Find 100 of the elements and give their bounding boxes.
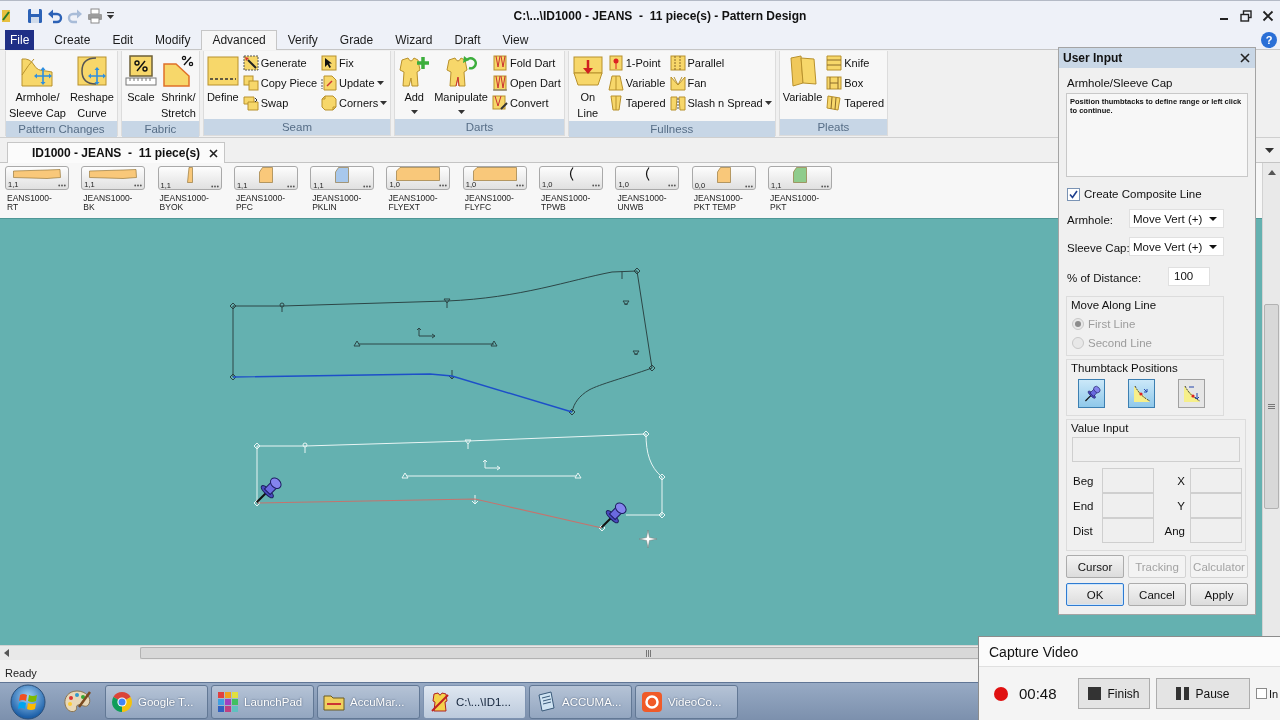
dots-icon [210,184,219,188]
ribbon-button[interactable]: Scale [122,53,159,121]
field-label: Sleeve Cap: [1067,241,1129,254]
input-field[interactable] [1190,468,1242,493]
ribbon-button[interactable]: Slash n Spread [667,93,774,113]
piece-name: JEANS1000-PFC [234,194,287,212]
piece-name: JEANS1000-TPWB [540,194,592,212]
menu-tab[interactable]: Verify [276,30,329,50]
checkbox[interactable] [1067,187,1080,201]
thumbtack-mode-button[interactable] [1078,379,1105,408]
ribbon-button[interactable]: Open Dart [490,73,563,93]
ok-button[interactable]: OK [1066,583,1124,606]
menu-tab[interactable]: Create [43,30,102,50]
piece-name: JEANS1000-UNWB [616,194,668,212]
input-field[interactable] [1190,493,1242,518]
close-icon[interactable] [209,148,219,158]
scroll-up-arrow-icon[interactable] [1267,170,1276,175]
app-icon[interactable] [2,8,10,23]
dots-icon [515,183,524,187]
ribbon-button[interactable]: Reshape Curve [67,53,116,121]
text-input[interactable]: 100 [1168,267,1210,286]
dropdown[interactable]: Move Vert (+) [1129,209,1224,228]
menu-tab[interactable]: Modify [144,30,202,50]
undo-icon[interactable] [47,7,63,24]
curve-points-icon [1181,383,1202,404]
bodice-icon [429,690,451,713]
restore-icon[interactable] [1240,9,1252,22]
input-field[interactable] [1190,518,1242,543]
radio-label: Second Line [1088,336,1152,349]
group-title: Thumbtack Positions [1070,361,1179,375]
highlighted-seam-line[interactable] [232,373,573,413]
thumbtack-mode-button[interactable] [1128,379,1155,408]
ribbon-button[interactable]: Fold Dart [490,53,563,73]
apply-button[interactable]: Apply [1190,583,1248,606]
ribbon-button[interactable]: Tapered [824,93,887,113]
checkbox[interactable] [1256,688,1267,699]
file-menu-tab[interactable]: File [5,30,35,50]
cancel-button[interactable]: Cancel [1128,583,1186,606]
ribbon-button[interactable]: Box [824,73,887,93]
help-button[interactable]: ? [1261,32,1277,48]
menu-tab[interactable]: Draft [443,30,492,50]
ribbon-button[interactable]: Knife [824,53,887,73]
close-icon[interactable] [1262,9,1274,22]
dropdown[interactable]: Move Vert (+) [1129,237,1224,256]
menu-tab[interactable]: Wizard [384,30,444,50]
overlapping-pieces-icon [242,95,259,111]
ribbon-button[interactable]: Fix [319,53,390,73]
menu-tab[interactable]: View [491,30,540,50]
menu-tab[interactable]: Advanced [201,30,277,50]
close-icon[interactable] [1240,53,1250,63]
ribbon-button[interactable]: Update [319,73,390,93]
save-icon[interactable] [27,7,43,24]
pause-button[interactable]: Pause [1156,678,1250,709]
ribbon-button[interactable]: Variable [780,53,825,119]
document-tab[interactable]: ID1000 - JEANS - 11 piece(s) [7,142,226,163]
ribbon-button[interactable]: Swap [240,93,320,113]
input-field[interactable] [1102,468,1154,493]
ribbon-button[interactable]: Add [396,53,433,119]
dots-icon [286,184,295,188]
ribbon-button[interactable]: Shrink/ Stretch [158,53,198,121]
thumbtack-mode-button[interactable] [1178,379,1205,408]
ribbon-button[interactable]: 1-Point [605,53,668,73]
direction-arrow-icon [416,327,436,339]
status-text: Ready [5,667,37,679]
ribbon-button[interactable]: Define [204,53,241,119]
ribbon-button[interactable]: Tapered [605,93,668,113]
field-label: Ang [1163,524,1186,537]
pattern-piece[interactable] [229,267,656,416]
cursor-button[interactable]: Cursor [1066,555,1124,578]
checkbox-label: Create Composite Line [1084,188,1202,200]
ribbon-button[interactable]: Generate [240,53,320,73]
ribbon-button[interactable]: Variable [605,73,668,93]
ribbon-button[interactable]: Manipulate [432,53,490,119]
input-field[interactable] [1102,518,1154,543]
ribbon-button[interactable]: Convert [490,93,563,113]
menu-tab[interactable]: Grade [328,30,385,50]
ribbon-button[interactable]: On Line [569,53,606,121]
scrollbar-thumb[interactable] [140,647,978,659]
ribbon-group-label: Fabric [121,121,199,137]
dashed-piece-icon [321,75,338,91]
caret-icon[interactable] [1265,147,1274,153]
group-title: Move Along Line [1070,298,1158,312]
ribbon-button[interactable]: Parallel [667,53,774,73]
start-button[interactable] [8,683,48,720]
tapered-pleat-icon [826,95,843,111]
input-field[interactable] [1072,437,1240,462]
scroll-left-arrow-icon[interactable] [4,649,9,657]
ribbon-button[interactable]: Copy Piece [240,73,320,93]
ribbon-button[interactable]: Corners [319,93,390,113]
ribbon-button[interactable]: Armhole/ Sleeve Cap [7,53,68,121]
input-field[interactable] [1102,493,1154,518]
finish-button[interactable]: Finish [1078,678,1150,709]
corner-piece-icon [321,95,338,111]
parallel-slash-icon [669,55,686,71]
scrollbar-thumb[interactable] [1264,304,1279,509]
taskbar-button[interactable]: C:\...\ID1... [423,684,526,719]
customize-caret-icon[interactable] [107,11,114,20]
ribbon-button[interactable]: Fan [667,73,774,93]
menu-tab[interactable]: Edit [101,30,145,50]
tool-name: Armhole/Sleeve Cap [1067,76,1174,90]
